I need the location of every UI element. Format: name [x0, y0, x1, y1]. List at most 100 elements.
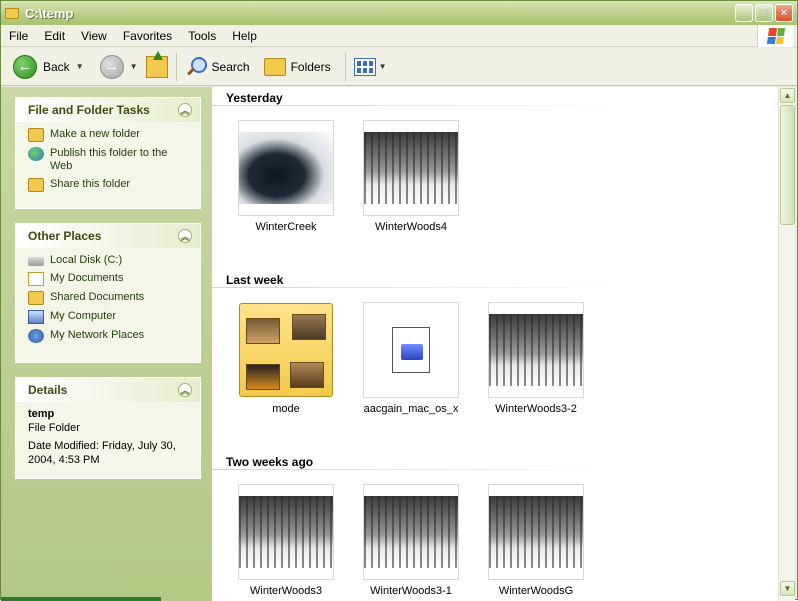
- scroll-down-button[interactable]: ▼: [780, 581, 795, 596]
- scroll-thumb[interactable]: [780, 105, 795, 225]
- collapse-chevron-icon[interactable]: ︽: [178, 383, 192, 397]
- forward-arrow-icon: →: [99, 54, 124, 79]
- folder-icon: [239, 303, 333, 397]
- back-arrow-icon: ←: [13, 54, 37, 79]
- file-thumbnail[interactable]: [238, 120, 334, 216]
- folder-up-icon: [145, 50, 168, 78]
- place-shared-documents[interactable]: Shared Documents: [28, 291, 192, 305]
- panel-header[interactable]: Other Places ︽: [16, 224, 200, 248]
- vertical-scrollbar[interactable]: ▲ ▼: [778, 87, 795, 601]
- disk-icon: [28, 257, 44, 266]
- file-label[interactable]: mode: [226, 403, 346, 415]
- back-label: Back: [43, 59, 70, 74]
- chevron-down-icon[interactable]: ▼: [379, 62, 387, 71]
- group-divider: [212, 105, 632, 106]
- image-thumbnail: [239, 132, 333, 204]
- details-modified: Date Modified: Friday, July 30,: [28, 440, 176, 452]
- file-thumbnail[interactable]: [363, 302, 459, 398]
- group-divider: [212, 469, 632, 470]
- toolbar: ← Back ▼ → ▼ Search Folders ▼: [1, 48, 797, 86]
- group-divider: [212, 287, 632, 288]
- file-label[interactable]: WinterWoods3: [226, 585, 346, 597]
- place-local-disk[interactable]: Local Disk (C:): [28, 254, 192, 267]
- search-icon: [185, 56, 207, 78]
- task-make-new-folder[interactable]: Make a new folder: [28, 128, 192, 142]
- folder-icon: [5, 7, 19, 19]
- documents-icon: [28, 272, 44, 286]
- publish-web-icon: [28, 147, 44, 161]
- shared-folder-icon: [28, 291, 44, 305]
- toolbar-separator: [344, 52, 346, 81]
- folder-thumbnail[interactable]: [238, 302, 334, 398]
- details-name: temp: [28, 408, 55, 420]
- computer-icon: [28, 310, 44, 324]
- menu-help[interactable]: Help: [224, 29, 265, 43]
- image-thumbnail: [364, 132, 458, 204]
- file-label[interactable]: WinterWoods3-1: [351, 585, 471, 597]
- details-panel: Details ︽ temp File Folder Date Modified…: [15, 377, 201, 479]
- views-button[interactable]: ▼: [350, 52, 391, 82]
- menu-favorites[interactable]: Favorites: [115, 29, 180, 43]
- explorer-window: C:\temp _ □ × File Edit View Favorites T…: [0, 0, 798, 601]
- close-button[interactable]: ×: [775, 4, 793, 22]
- menu-view[interactable]: View: [73, 29, 115, 43]
- group-title: Two weeks ago: [226, 455, 314, 469]
- chevron-down-icon[interactable]: ▼: [76, 62, 84, 71]
- search-button[interactable]: Search: [181, 52, 254, 82]
- menu-file[interactable]: File: [1, 29, 36, 43]
- panel-header[interactable]: File and Folder Tasks ︽: [16, 98, 200, 122]
- file-thumbnail[interactable]: [488, 484, 584, 580]
- task-share-folder[interactable]: Share this folder: [28, 178, 192, 192]
- file-label[interactable]: aacgain_mac_os_x: [351, 403, 471, 415]
- file-folder-tasks-panel: File and Folder Tasks ︽ Make a new folde…: [15, 97, 201, 209]
- other-places-panel: Other Places ︽ Local Disk (C:) My Docume…: [15, 223, 201, 363]
- back-button[interactable]: ← Back ▼: [9, 52, 88, 82]
- task-pane: File and Folder Tasks ︽ Make a new folde…: [1, 87, 212, 601]
- forward-button[interactable]: → ▼: [96, 52, 142, 82]
- network-icon: [28, 329, 44, 343]
- new-folder-icon: [28, 128, 44, 142]
- file-thumbnail[interactable]: [363, 484, 459, 580]
- file-thumbnail[interactable]: [363, 120, 459, 216]
- task-publish-web[interactable]: Publish this folder to the Web: [28, 147, 192, 173]
- group-title: Last week: [226, 273, 284, 287]
- details-modified-date: 2004, 4:53 PM: [28, 454, 100, 466]
- panel-title: File and Folder Tasks: [28, 103, 150, 117]
- place-my-computer[interactable]: My Computer: [28, 310, 192, 324]
- panel-header[interactable]: Details ︽: [16, 378, 200, 402]
- place-my-network[interactable]: My Network Places: [28, 329, 192, 343]
- minimize-button[interactable]: _: [735, 4, 753, 22]
- file-label[interactable]: WinterWoods4: [351, 221, 471, 233]
- place-my-documents[interactable]: My Documents: [28, 272, 192, 286]
- chevron-down-icon[interactable]: ▼: [130, 62, 138, 71]
- file-label[interactable]: WinterWoodsG: [476, 585, 596, 597]
- search-label: Search: [211, 59, 250, 74]
- title-bar[interactable]: C:\temp _ □ ×: [1, 1, 797, 25]
- panel-title: Other Places: [28, 229, 102, 243]
- status-strip: [1, 597, 161, 601]
- file-thumbnail[interactable]: [238, 484, 334, 580]
- file-thumbnail[interactable]: [488, 302, 584, 398]
- windows-logo-icon: [757, 25, 793, 47]
- group-title: Yesterday: [226, 91, 283, 105]
- image-thumbnail: [489, 314, 583, 386]
- collapse-chevron-icon[interactable]: ︽: [178, 103, 192, 117]
- window-title: C:\temp: [25, 5, 74, 21]
- image-thumbnail: [239, 496, 333, 568]
- folders-label: Folders: [290, 59, 331, 74]
- views-icon: [353, 57, 376, 76]
- file-label[interactable]: WinterWoods3-2: [476, 403, 596, 415]
- panel-title: Details: [28, 383, 68, 397]
- menu-edit[interactable]: Edit: [36, 29, 73, 43]
- up-button[interactable]: [142, 50, 172, 82]
- collapse-chevron-icon[interactable]: ︽: [178, 229, 192, 243]
- toolbar-separator: [175, 52, 177, 81]
- menu-tools[interactable]: Tools: [180, 29, 224, 43]
- folders-button[interactable]: Folders: [260, 52, 335, 82]
- maximize-button[interactable]: □: [755, 4, 773, 22]
- menu-bar: File Edit View Favorites Tools Help: [1, 25, 797, 47]
- scroll-up-button[interactable]: ▲: [780, 88, 795, 103]
- image-thumbnail: [489, 496, 583, 568]
- document-icon: [392, 327, 430, 373]
- file-label[interactable]: WinterCreek: [226, 221, 346, 233]
